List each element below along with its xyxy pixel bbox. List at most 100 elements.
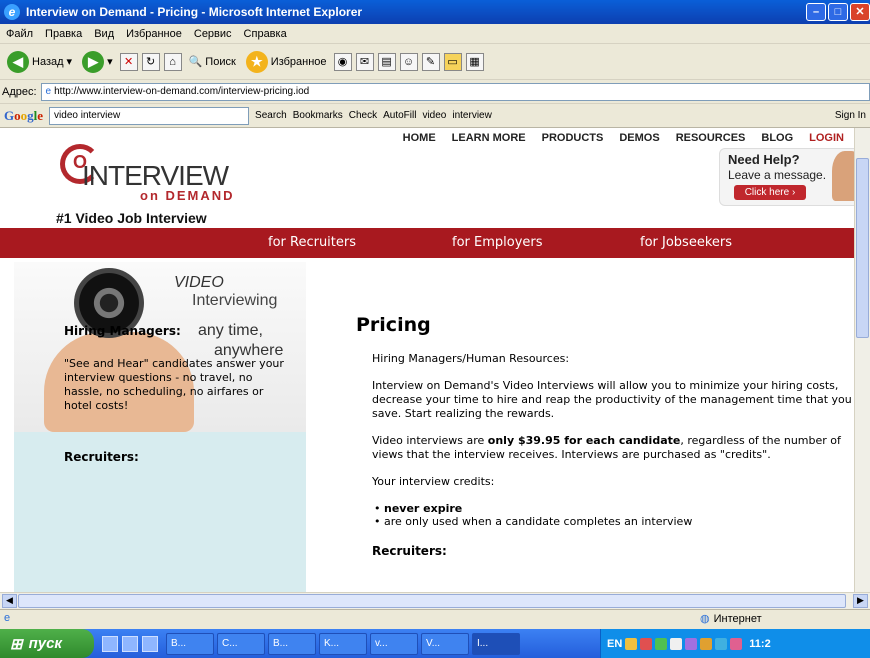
list-item: are only used when a candidate completes…: [374, 515, 854, 528]
media-icon[interactable]: ◉: [333, 52, 352, 71]
favorites-button[interactable]: ★ Избранное: [243, 50, 330, 73]
desktop-icon[interactable]: [122, 635, 138, 652]
nav-login[interactable]: LOGIN: [809, 132, 844, 144]
tray-icon[interactable]: [700, 637, 713, 650]
taskbar-item[interactable]: B...: [268, 632, 316, 655]
status-page-icon: e: [4, 612, 11, 624]
minimize-button[interactable]: –: [806, 3, 826, 21]
ie-launch-icon[interactable]: [102, 635, 118, 652]
window-controls: – □ ✕: [806, 3, 870, 21]
scroll-right-icon[interactable]: ▶: [853, 594, 868, 608]
menu-edit[interactable]: Правка: [39, 28, 88, 40]
taskbar-item[interactable]: v...: [370, 632, 418, 655]
nav-learn-more[interactable]: LEARN MORE: [452, 132, 526, 144]
tab-jobseekers[interactable]: for Jobseekers: [640, 235, 732, 250]
menu-view[interactable]: Вид: [88, 28, 120, 40]
start-button[interactable]: ⊞ пуск: [0, 629, 94, 658]
tray-icon[interactable]: [730, 637, 743, 650]
system-tray: EN 11:2: [600, 629, 870, 658]
print-icon[interactable]: ▤: [377, 52, 396, 71]
promo-line-1: VIDEO: [174, 274, 224, 291]
media-launch-icon[interactable]: [142, 635, 158, 652]
home-icon[interactable]: ⌂: [163, 52, 182, 71]
google-logo[interactable]: Google: [4, 108, 43, 124]
tab-recruiters[interactable]: for Recruiters: [268, 235, 356, 250]
scroll-thumb[interactable]: [856, 158, 869, 338]
start-label: пуск: [28, 635, 63, 652]
messenger-icon[interactable]: ☺: [399, 52, 418, 71]
research-icon[interactable]: ▦: [465, 52, 484, 71]
menu-help[interactable]: Справка: [238, 28, 293, 40]
language-indicator[interactable]: EN: [607, 638, 622, 650]
zone-label: Интернет: [713, 612, 762, 625]
refresh-icon[interactable]: ↻: [141, 52, 160, 71]
clock: 11:2: [749, 637, 771, 650]
bookmarks-button[interactable]: Bookmarks: [293, 110, 343, 121]
tab-employers[interactable]: for Employers: [452, 235, 543, 250]
security-zone: ◍ Интернет: [700, 612, 762, 626]
autofill-button[interactable]: AutoFill: [383, 110, 416, 121]
sidebar-heading-hiring: Hiring Managers:: [64, 324, 181, 338]
menu-tools[interactable]: Сервис: [188, 28, 238, 40]
folder-icon[interactable]: ▭: [443, 52, 462, 71]
nav-products[interactable]: PRODUCTS: [542, 132, 604, 144]
menu-file[interactable]: Файл: [0, 28, 39, 40]
top-navigation: HOME LEARN MORE PRODUCTS DEMOS RESOURCES…: [0, 132, 854, 144]
taskbar-item[interactable]: B...: [166, 632, 214, 655]
taskbar-item[interactable]: K...: [319, 632, 367, 655]
address-url: http://www.interview-on-demand.com/inter…: [54, 86, 310, 97]
nav-blog[interactable]: BLOG: [761, 132, 793, 144]
nav-resources[interactable]: RESOURCES: [676, 132, 746, 144]
search-chip-interview[interactable]: interview: [452, 110, 491, 121]
help-title: Need Help?: [728, 152, 800, 167]
promo-line-3: any time,: [198, 322, 263, 339]
vertical-scrollbar[interactable]: [854, 128, 870, 592]
windows-logo-icon: ⊞: [10, 635, 23, 653]
menu-favorites[interactable]: Избранное: [120, 28, 188, 40]
maximize-button[interactable]: □: [828, 3, 848, 21]
stop-icon[interactable]: ✕: [119, 52, 138, 71]
nav-home[interactable]: HOME: [403, 132, 436, 144]
search-chip-video[interactable]: video: [422, 110, 446, 121]
title-bar: e Interview on Demand - Pricing - Micros…: [0, 0, 870, 24]
horizontal-scrollbar[interactable]: ◀ ▶: [0, 592, 870, 609]
promo-line-2: Interviewing: [192, 292, 278, 309]
hscroll-thumb[interactable]: [18, 594, 846, 608]
price-highlight: only $39.95 for each candidate: [487, 434, 681, 447]
tray-icon[interactable]: [640, 637, 653, 650]
forward-button[interactable]: ▶ ▾: [79, 50, 116, 73]
help-click-button[interactable]: Click here ›: [734, 185, 806, 200]
search-label: Поиск: [205, 55, 236, 68]
magnifier-icon: 🔍: [188, 56, 203, 68]
help-text: Leave a message.: [728, 168, 827, 182]
mail-icon[interactable]: ✉: [355, 52, 374, 71]
taskbar-item[interactable]: C...: [217, 632, 265, 655]
favorites-label: Избранное: [270, 55, 327, 68]
back-arrow-icon: ◀: [7, 50, 29, 73]
back-button[interactable]: ◀ Назад ▾: [4, 50, 75, 73]
google-search-button[interactable]: Search: [255, 110, 287, 121]
google-search-input[interactable]: video interview: [49, 106, 250, 125]
taskbar-item-active[interactable]: I...: [472, 632, 520, 655]
address-input[interactable]: e http://www.interview-on-demand.com/inte…: [40, 82, 870, 101]
tray-icon[interactable]: [715, 637, 728, 650]
edit-icon[interactable]: ✎: [421, 52, 440, 71]
search-button[interactable]: 🔍 Поиск: [186, 55, 239, 69]
sign-in-button[interactable]: Sign In: [835, 110, 866, 121]
tray-icon[interactable]: [685, 637, 698, 650]
logo-tagline: #1 Video Job Interview: [56, 210, 207, 226]
back-label: Назад: [32, 55, 64, 68]
check-button[interactable]: Check: [349, 110, 377, 121]
ie-icon: e: [4, 4, 20, 20]
tray-icon[interactable]: [670, 637, 683, 650]
close-button[interactable]: ✕: [850, 3, 870, 21]
tray-icon[interactable]: [655, 637, 668, 650]
taskbar-item[interactable]: V...: [421, 632, 469, 655]
credits-list: never expire are only used when a candid…: [374, 502, 854, 528]
logo-sub: on DEMAND: [140, 188, 235, 203]
tray-icon[interactable]: [625, 637, 638, 650]
scroll-left-icon[interactable]: ◀: [2, 594, 17, 608]
nav-demos[interactable]: DEMOS: [619, 132, 659, 144]
address-bar: Адрес: e http://www.interview-on-demand.c…: [0, 80, 870, 104]
paragraph-credits: Your interview credits:: [372, 475, 495, 488]
